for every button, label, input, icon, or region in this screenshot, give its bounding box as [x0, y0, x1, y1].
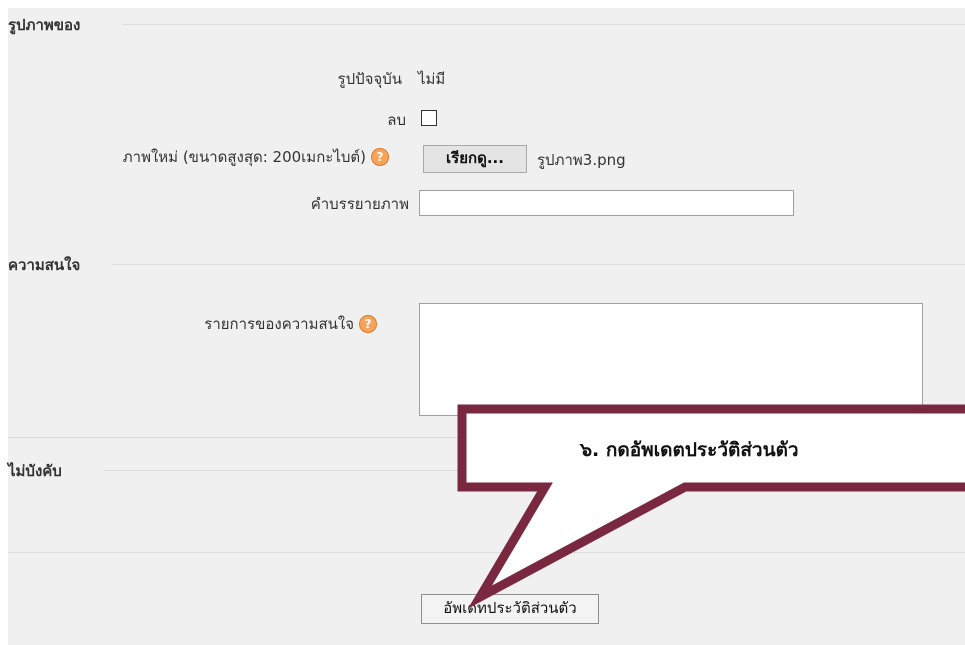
description-input[interactable]: [419, 190, 794, 216]
current-picture-label: รูปปัจจุบัน: [337, 70, 402, 88]
current-picture-value: ไม่มี: [418, 70, 446, 88]
help-icon[interactable]: ?: [371, 148, 389, 166]
update-profile-button[interactable]: อัพเดทประวัติส่วนตัว: [421, 594, 599, 624]
section-divider: [8, 552, 965, 553]
section-heading-interests[interactable]: ความสนใจ: [8, 255, 80, 275]
section-divider: [112, 264, 965, 265]
delete-label: ลบ: [387, 111, 406, 129]
delete-checkbox[interactable]: [421, 110, 437, 126]
section-heading-optional[interactable]: ไม่บังคับ: [8, 461, 62, 481]
section-divider: [104, 470, 965, 471]
description-label: คำบรรยายภาพ: [310, 195, 409, 213]
browse-button[interactable]: เรียกดู...: [423, 145, 527, 173]
resize-grip-icon[interactable]: [912, 405, 920, 413]
interests-textarea[interactable]: [419, 303, 923, 416]
interests-label: รายการของความสนใจ: [204, 315, 354, 333]
section-divider: [8, 437, 965, 438]
selected-file-name: รูปภาพ3.png: [537, 151, 626, 169]
callout-text: ๖. กดอัพเดตประวัติส่วนตัว: [580, 439, 799, 461]
section-heading-picture[interactable]: รูปภาพของ: [8, 15, 80, 35]
new-picture-label: ภาพใหม่ (ขนาดสูงสุด: 200เมกะไบต์): [122, 148, 366, 166]
help-icon[interactable]: ?: [359, 315, 377, 333]
section-divider: [122, 24, 965, 25]
